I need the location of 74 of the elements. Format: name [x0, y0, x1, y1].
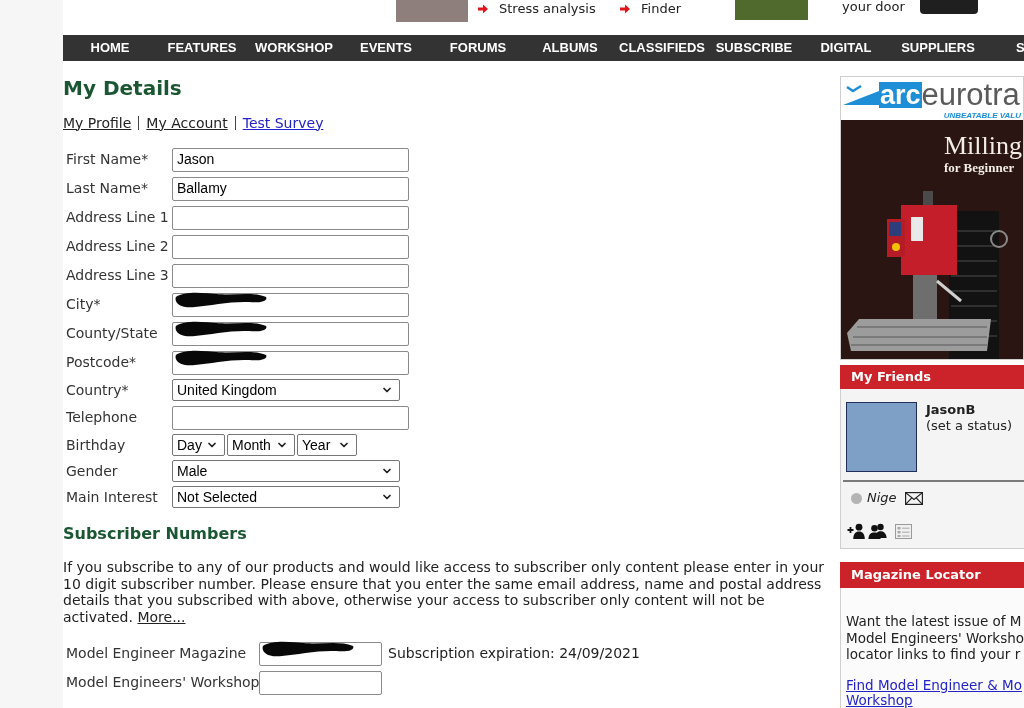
- envelope-icon[interactable]: [904, 491, 923, 505]
- select-field[interactable]: Month: [227, 434, 295, 456]
- arrow-right-icon: [620, 4, 630, 14]
- advertisement-banner[interactable]: arceurotra UNBEATABLE VALU Milling for Beginner: [840, 76, 1024, 360]
- arrow-right-icon: [478, 4, 488, 14]
- promo-link[interactable]: Finder: [641, 1, 681, 17]
- nav-link[interactable]: EVENTS: [340, 38, 432, 58]
- nav-link[interactable]: DIGITAL: [800, 38, 892, 58]
- field-label: Model Engineers' Workshop: [66, 673, 259, 692]
- field-label: Gender: [66, 461, 119, 481]
- field-label: Address Line 3: [66, 266, 170, 285]
- add-friend-icon[interactable]: [847, 523, 865, 539]
- input-field[interactable]: [172, 205, 409, 230]
- field-label: Postcode*: [66, 353, 138, 372]
- section-title: Subscriber Numbers: [63, 523, 248, 545]
- promo-link[interactable]: Stress analysis: [499, 1, 596, 17]
- list-icon[interactable]: [895, 523, 912, 539]
- friends-icon[interactable]: [868, 523, 887, 539]
- field-label: Address Line 1: [66, 208, 170, 227]
- status-text[interactable]: (set a status): [926, 418, 1013, 434]
- select-field[interactable]: Year: [297, 434, 357, 456]
- nav-link[interactable]: SUPPLIERS: [892, 38, 984, 58]
- input-field[interactable]: Jason: [172, 147, 409, 172]
- user-name[interactable]: JasonB: [926, 402, 1013, 418]
- field-label: Telephone: [66, 408, 139, 427]
- logo-swoosh-icon: [843, 84, 879, 106]
- field-label: City*: [66, 295, 102, 314]
- input-field[interactable]: [172, 350, 409, 375]
- nav-link[interactable]: ALBUMS: [524, 38, 616, 58]
- nav-link[interactable]: SUBSCRIBE: [708, 38, 800, 58]
- field-label: Last Name*: [66, 179, 149, 198]
- tagline-text: UNBEATABLE VALU: [943, 111, 1021, 120]
- field-label: County/State: [66, 324, 159, 343]
- nav-link[interactable]: FORUMS: [432, 38, 524, 58]
- select-field[interactable]: Male: [172, 460, 400, 482]
- select-field[interactable]: Not Selected: [172, 486, 400, 508]
- input-field[interactable]: [172, 292, 409, 317]
- nav-link[interactable]: WORKSHOP: [248, 38, 340, 58]
- photo-placeholder[interactable]: [846, 402, 917, 472]
- field-label: Model Engineer Magazine: [66, 644, 248, 663]
- input-field[interactable]: [172, 234, 409, 259]
- friend-name[interactable]: Nige: [867, 488, 897, 508]
- profile-link[interactable]: Test Survey: [242, 112, 324, 134]
- nav-link[interactable]: S: [1016, 38, 1024, 58]
- input-field[interactable]: [172, 405, 409, 430]
- more-link[interactable]: More...: [137, 608, 186, 625]
- field-label: Birthday: [66, 435, 127, 455]
- input-field[interactable]: [259, 670, 382, 695]
- input-field[interactable]: [172, 263, 409, 288]
- profile-link[interactable]: My Profile: [63, 112, 132, 134]
- select-field[interactable]: United Kingdom: [172, 379, 400, 401]
- field-label: Address Line 2: [66, 237, 170, 256]
- ad-subline: for Beginner: [944, 160, 1016, 176]
- input-field[interactable]: [172, 321, 409, 346]
- page-title: My Details: [63, 75, 183, 101]
- panel-header: My Friends: [840, 365, 1024, 389]
- field-label: First Name*: [66, 150, 150, 169]
- profile-link[interactable]: My Account: [146, 112, 228, 134]
- expiry-text: Subscription expiration: 24/09/2021: [388, 644, 640, 663]
- field-label: Main Interest: [66, 487, 159, 507]
- select-field[interactable]: Day: [172, 434, 225, 456]
- locator-link[interactable]: Find Model Engineer & Mo Workshop: [846, 677, 1022, 708]
- input-field[interactable]: Ballamy: [172, 176, 409, 201]
- field-label: Country*: [66, 380, 130, 400]
- ad-headline: Milling: [944, 132, 1023, 160]
- logo-wordmark: eurotra: [921, 82, 1020, 108]
- locator-text: Want the latest issue of M Model Engineers' Worksho locator links to find your r: [846, 613, 1024, 663]
- panel-header: Magazine Locator: [840, 562, 1024, 588]
- input-field[interactable]: [259, 641, 382, 666]
- nav-link[interactable]: HOME: [64, 38, 156, 58]
- nav-link[interactable]: FEATURES: [156, 38, 248, 58]
- intro-text: If you subscribe to any of our products and would like access to subscriber only content please enter in your 10 digit subscriber number. Please ensure that you enter the same email address, name and postal address details that you subscribed with above, otherwise your access to subscriber only content will not be activated. More...: [63, 559, 825, 625]
- nav-link[interactable]: CLASSIFIEDS: [616, 38, 708, 58]
- promo-text: your door: [842, 0, 905, 13]
